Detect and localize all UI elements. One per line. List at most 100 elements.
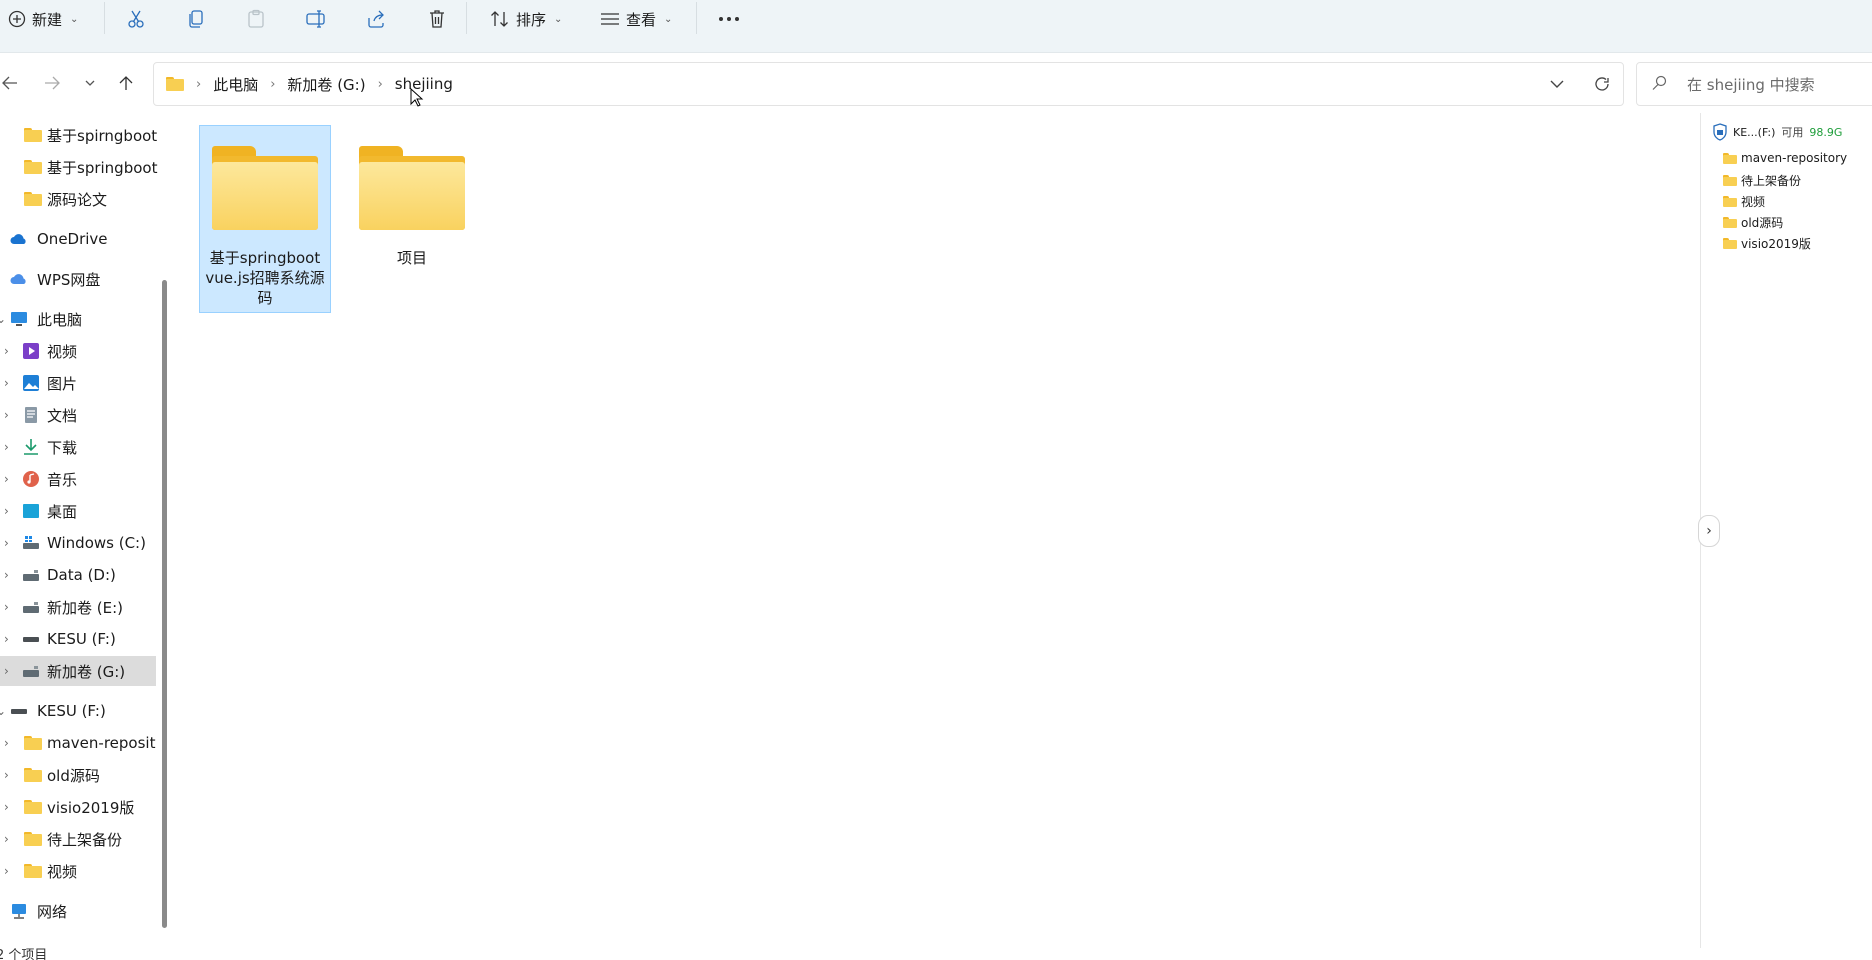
chevron-right-icon: › — [377, 76, 383, 92]
toolbar-divider — [696, 2, 697, 34]
sidebar-item-label: WPS网盘 — [37, 270, 101, 289]
item-count: 2 个项目 — [0, 948, 48, 960]
search-placeholder: 在 shejiing 中搜索 — [1687, 76, 1815, 94]
scrollbar-thumb[interactable] — [162, 280, 167, 928]
view-button[interactable]: 查看 ⌄ — [600, 0, 672, 38]
address-history-button[interactable] — [1550, 63, 1564, 105]
sidebar-item-this-pc[interactable]: ⌄ 此电脑 — [0, 304, 156, 334]
forward-button[interactable] — [42, 70, 62, 96]
chevron-right-icon: › — [4, 504, 9, 518]
sidebar-item-label: 新加卷 (G:) — [47, 662, 126, 681]
folder-icon — [212, 146, 318, 230]
share-button[interactable] — [366, 0, 386, 38]
sidebar-item-documents[interactable]: › 文档 — [0, 400, 156, 430]
back-button[interactable] — [0, 70, 20, 96]
breadcrumb-item-drive-g[interactable]: 新加卷 (G:) — [287, 74, 365, 95]
sidebar-item-drive-d[interactable]: › Data (D:) — [0, 560, 156, 590]
folder-icon — [1723, 196, 1737, 207]
pane-folder-item[interactable]: old源码 — [1723, 214, 1783, 231]
recent-locations-button[interactable] — [82, 70, 98, 96]
sidebar-item-drive-f-root[interactable]: ⌄ KESU (F:) — [0, 696, 156, 726]
paste-button[interactable] — [246, 0, 266, 38]
sidebar-item-drive-c[interactable]: › Windows (C:) — [0, 528, 156, 558]
sidebar-item-label: old源码 — [47, 766, 100, 785]
sidebar-item-folder[interactable]: 基于springboot — [0, 152, 157, 182]
chevron-right-icon: › — [270, 76, 276, 92]
sidebar-item-downloads[interactable]: › 下载 — [0, 432, 156, 462]
refresh-icon — [1595, 77, 1609, 91]
delete-button[interactable] — [427, 0, 447, 38]
sidebar-item-label: 网络 — [37, 902, 68, 921]
pane-folder-item[interactable]: visio2019版 — [1723, 235, 1811, 252]
sidebar-item-drive-e[interactable]: › 新加卷 (E:) — [0, 592, 156, 622]
chevron-down-icon — [1550, 80, 1564, 88]
chevron-down-icon: ⌄ — [554, 13, 563, 25]
sidebar-item-wps-drive[interactable]: WPS网盘 — [0, 264, 156, 294]
folder-icon — [24, 736, 42, 750]
more-options-button[interactable] — [718, 0, 740, 38]
sidebar-item-videos[interactable]: › 视频 — [0, 336, 156, 366]
pane-folder-item[interactable]: maven-repository — [1723, 151, 1847, 165]
sidebar-item-folder[interactable]: 源码论文 — [0, 184, 156, 214]
new-button[interactable]: 新建 ⌄ — [8, 0, 78, 38]
refresh-button[interactable] — [1594, 63, 1610, 105]
new-label: 新建 — [32, 10, 63, 29]
scissors-icon — [128, 10, 144, 28]
share-icon — [368, 10, 384, 28]
breadcrumb-item-this-pc[interactable]: 此电脑 — [213, 74, 258, 95]
sidebar-scrollbar[interactable] — [160, 280, 168, 928]
chevron-right-icon: › — [4, 536, 9, 550]
cloud-icon — [10, 274, 26, 284]
search-input[interactable]: 在 shejiing 中搜索 — [1636, 62, 1872, 106]
chevron-right-icon: › — [4, 440, 9, 454]
file-view: 基于springboot vue.js招聘系统源码 项目 — [176, 113, 1700, 948]
pane-folder-item[interactable]: 视频 — [1723, 193, 1765, 210]
arrow-up-icon — [119, 76, 133, 90]
drive-icon — [23, 570, 39, 581]
folder-icon — [1723, 238, 1737, 249]
sidebar-item-folder[interactable]: 基于spirngboot — [0, 120, 157, 150]
sidebar-item-folder[interactable]: › 视频 — [0, 856, 156, 886]
rename-icon — [306, 10, 325, 28]
download-icon — [24, 439, 38, 455]
sidebar-item-pictures[interactable]: › 图片 — [0, 368, 156, 398]
chevron-right-icon: › — [4, 768, 9, 782]
file-item-folder[interactable]: 项目 — [346, 125, 478, 313]
sidebar-item-label: KESU (F:) — [47, 630, 116, 648]
sidebar-item-network[interactable]: 网络 — [0, 896, 156, 926]
toolbar-divider — [104, 2, 105, 34]
sort-button[interactable]: 排序 ⌄ — [490, 0, 562, 38]
sidebar-item-label: 视频 — [47, 342, 78, 361]
cut-button[interactable] — [126, 0, 146, 38]
collapse-pane-button[interactable]: › — [1698, 515, 1720, 547]
file-item-folder[interactable]: 基于springboot vue.js招聘系统源码 — [199, 125, 331, 313]
sidebar-item-folder[interactable]: › old源码 — [0, 760, 156, 790]
copy-button[interactable] — [186, 0, 206, 38]
chevron-down-icon: ⌄ — [0, 704, 7, 718]
sidebar-item-drive-f[interactable]: › KESU (F:) — [0, 624, 156, 654]
network-icon — [12, 904, 26, 919]
sidebar-item-drive-g[interactable]: › 新加卷 (G:) — [0, 656, 156, 686]
sidebar-item-label: 视频 — [47, 862, 78, 881]
pane-folder-item[interactable]: 待上架备份 — [1723, 172, 1801, 189]
sidebar-item-folder[interactable]: › maven-reposit — [0, 728, 156, 758]
chevron-down-icon — [85, 80, 95, 86]
rename-button[interactable] — [306, 0, 328, 38]
up-button[interactable] — [116, 70, 136, 96]
sidebar-item-label: 新加卷 (E:) — [47, 598, 124, 617]
address-bar[interactable]: › 此电脑 › 新加卷 (G:) › shejiing — [153, 62, 1624, 106]
folder-icon — [359, 146, 465, 230]
monitor-icon — [11, 312, 27, 326]
file-name: 基于springboot vue.js招聘系统源码 — [205, 249, 325, 307]
sidebar-item-desktop[interactable]: › 桌面 — [0, 496, 156, 526]
list-view-icon — [601, 13, 619, 25]
drive-icon — [23, 602, 39, 613]
folder-icon — [24, 864, 42, 878]
sidebar-item-folder[interactable]: › 待上架备份 — [0, 824, 156, 854]
sidebar-item-folder[interactable]: › visio2019版 — [0, 792, 156, 822]
command-bar: 新建 ⌄ 排序 ⌄ 查看 ⌄ — [0, 0, 1872, 53]
sidebar-item-music[interactable]: › 音乐 — [0, 464, 156, 494]
drive-summary: KE...(F:) 可用 98.9G — [1713, 123, 1842, 141]
sidebar-item-onedrive[interactable]: OneDrive — [0, 224, 156, 254]
chevron-right-icon: › — [4, 664, 9, 678]
